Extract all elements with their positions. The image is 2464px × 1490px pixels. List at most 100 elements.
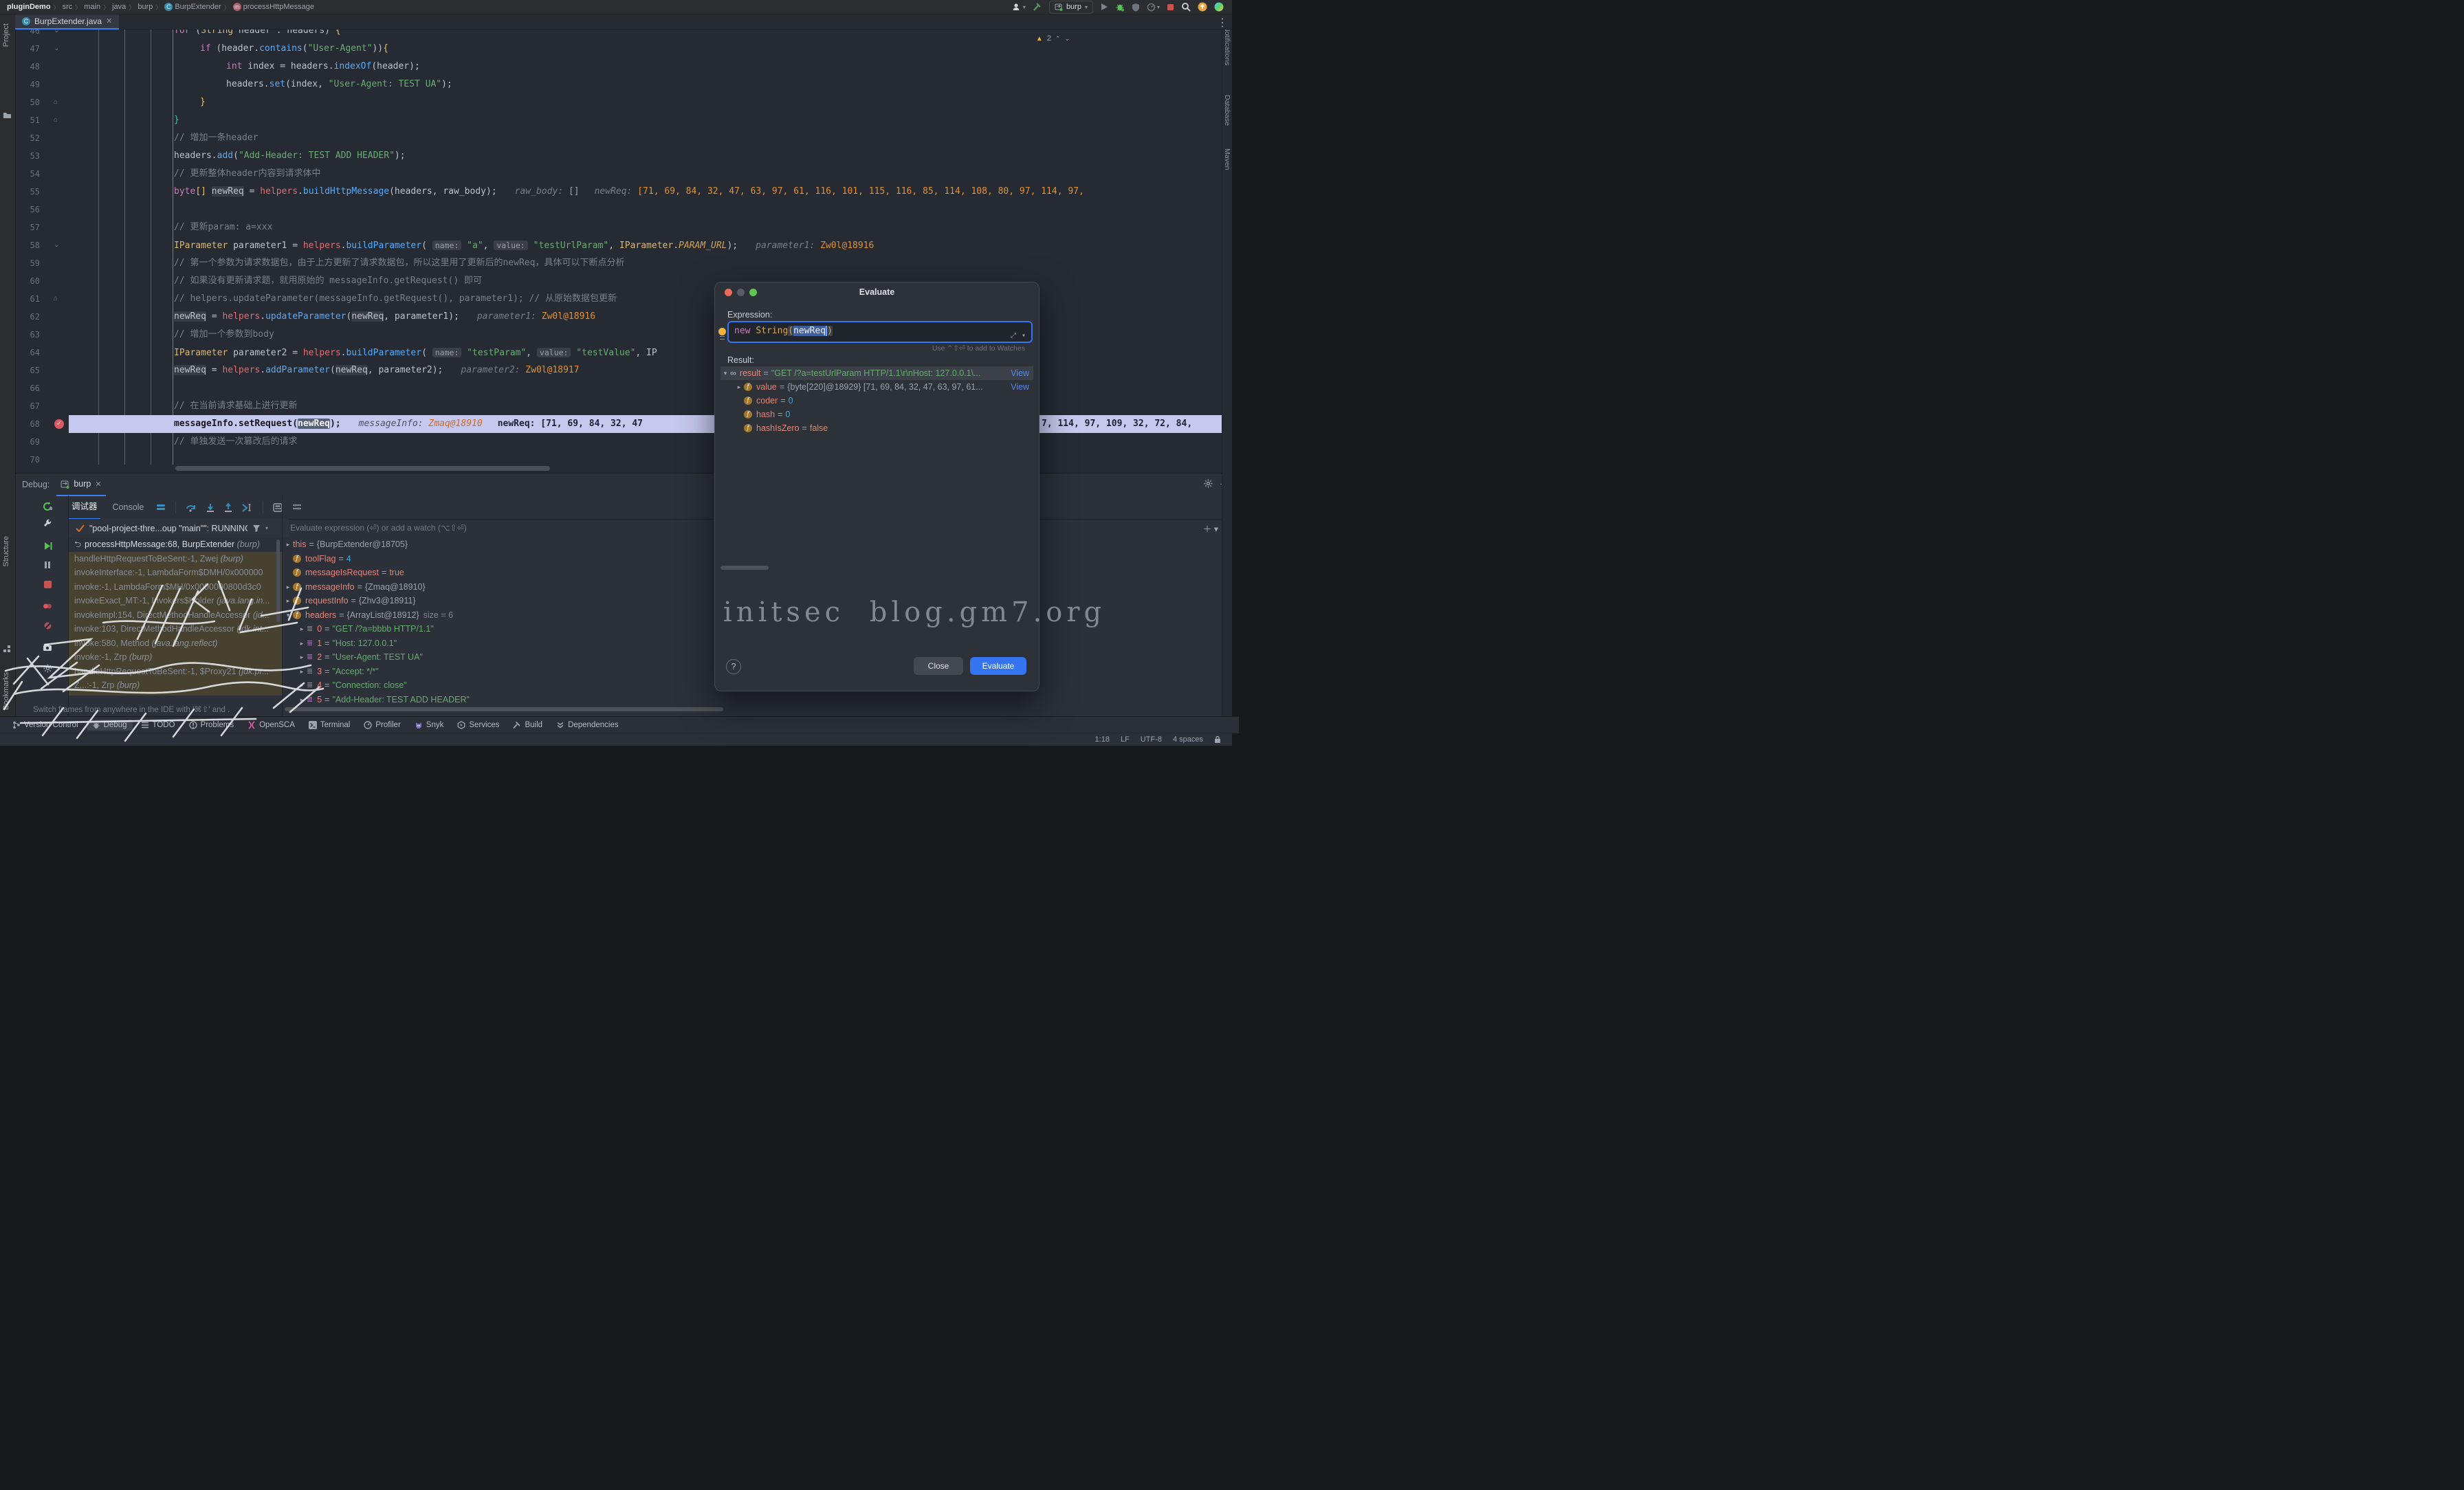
frames-scrollbar[interactable] [276, 540, 280, 622]
line-number[interactable]: 67 [15, 397, 40, 415]
variable-row[interactable]: ▾fheaders={ArrayList@18912}size = 6 [283, 608, 723, 623]
line-number[interactable]: 49 [15, 76, 40, 93]
debug-session-tab[interactable]: burp ✕ [56, 474, 105, 496]
line-number[interactable]: 58 [15, 236, 40, 254]
frames-list[interactable]: ⮌processHttpMessage:68, BurpExtender (bu… [69, 537, 282, 696]
more-icon[interactable]: ⋮ [1217, 16, 1228, 30]
line-number[interactable]: 46 [15, 29, 40, 40]
code-line-68[interactable]: 68✓messageInfo.setRequest(newReq);messag… [15, 415, 1232, 433]
code-line-66[interactable]: 66 [15, 379, 1232, 397]
status-item[interactable]: LF [1121, 735, 1130, 744]
code-line-60[interactable]: 60// 如果没有更新请求题，就用原始的 messageInfo.getRequ… [15, 272, 1232, 290]
tool-window-button-todo[interactable]: TODO [135, 720, 181, 731]
code-editor[interactable]: 46⌄for (String header : headers) {47⌄if … [15, 29, 1232, 473]
variable-row[interactable]: ▸≣2="User-Agent: TEST UA" [283, 650, 723, 665]
code-line-61[interactable]: 61⌂// helpers.updateParameter(messageInf… [15, 290, 1232, 308]
ai-assistant-icon[interactable] [1214, 2, 1224, 12]
code-line-48[interactable]: 48int index = headers.indexOf(header); [15, 58, 1232, 76]
tab-burpextender-java[interactable]: C BurpExtender.java ✕ [15, 14, 119, 30]
code-line-49[interactable]: 49headers.set(index, "User-Agent: TEST U… [15, 76, 1232, 93]
run-to-cursor-icon[interactable] [242, 503, 253, 512]
line-number[interactable]: 54 [15, 165, 40, 183]
code-line-53[interactable]: 53headers.add("Add-Header: TEST ADD HEAD… [15, 147, 1232, 165]
code-line-51[interactable]: 51⌂} [15, 111, 1232, 129]
code-line-52[interactable]: 52// 增加一条header [15, 129, 1232, 147]
line-number[interactable]: 62 [15, 308, 40, 326]
stack-frame[interactable]: handleHttpRequestToBeSent:-1, $Proxy21 (… [69, 665, 282, 679]
variable-row[interactable]: ▸≣5="Add-Header: TEST ADD HEADER" [283, 693, 723, 703]
line-number[interactable]: 50 [15, 93, 40, 111]
run-config-selector[interactable]: burp ▾ [1049, 1, 1093, 14]
fold-icon[interactable]: ⌄ [54, 40, 59, 58]
result-row[interactable]: ▾∞result="GET /?a=testUrlParam HTTP/1.1\… [720, 366, 1033, 380]
sidebar-item-database[interactable]: Database [1223, 95, 1231, 126]
build-hammer-icon[interactable] [1033, 2, 1042, 12]
tool-window-button-debug[interactable]: Debug [87, 720, 133, 731]
chevron-down-icon[interactable]: ▾ [265, 525, 268, 531]
variables-tree[interactable]: ▸this={BurpExtender@18705}ftoolFlag=4fme… [283, 537, 723, 702]
stop-icon[interactable] [40, 577, 55, 592]
sidebar-item-project[interactable]: Project [2, 23, 10, 47]
result-row[interactable]: ▸fvalue={byte[220]@18929} [71, 69, 84, 3… [720, 380, 1033, 394]
breadcrumb-item[interactable]: pluginDemo [7, 3, 51, 11]
rerun-debugger-icon[interactable] [40, 498, 55, 513]
variables-scrollbar[interactable] [285, 707, 723, 711]
variable-row[interactable]: ▸≣4="Connection: close" [283, 678, 723, 693]
show-execution-point-icon[interactable] [156, 503, 166, 511]
result-row[interactable]: fhash=0 [720, 408, 1033, 421]
view-link[interactable]: View [1006, 366, 1029, 380]
breadcrumb-item[interactable]: burp [138, 3, 153, 11]
structure-icon[interactable] [3, 645, 11, 653]
line-number[interactable]: 53 [15, 147, 40, 165]
stack-frame[interactable]: invokeExact_MT:-1, Invokers$Holder (java… [69, 594, 282, 608]
fold-icon[interactable]: ⌂ [54, 93, 58, 111]
intention-bulb-icon[interactable] [718, 328, 726, 335]
expression-input[interactable]: new String(newReq) ⤢ ▾ [727, 321, 1033, 343]
variable-row[interactable]: ftoolFlag=4 [283, 552, 723, 566]
search-icon[interactable] [1181, 2, 1191, 12]
tool-window-button-services[interactable]: Services [452, 720, 505, 731]
line-number[interactable]: 55 [15, 183, 40, 201]
filter-icon[interactable] [252, 524, 261, 532]
line-number[interactable]: 61 [15, 290, 40, 308]
code-line-58[interactable]: 58⌄IParameter parameter1 = helpers.build… [15, 236, 1232, 254]
variable-row[interactable]: ▸this={BurpExtender@18705} [283, 537, 723, 552]
thread-dump-icon[interactable] [40, 640, 55, 655]
stack-frame[interactable]: Z...:-1, Zrp (burp) [69, 678, 282, 693]
line-number[interactable]: 65 [15, 362, 40, 379]
step-out-icon[interactable] [224, 503, 232, 512]
settings-wrench-icon[interactable] [40, 516, 55, 531]
pause-program-icon[interactable] [40, 557, 55, 572]
chevron-up-icon[interactable]: ⌃ [1055, 35, 1061, 43]
variable-row[interactable]: ▸≣0="GET /?a=bbbb HTTP/1.1" [283, 622, 723, 636]
sidebar-item-maven[interactable]: Maven [1223, 148, 1231, 170]
code-line-65[interactable]: 65newReq = helpers.addParameter(newReq, … [15, 362, 1232, 379]
resume-program-icon[interactable] [40, 538, 55, 553]
close-button[interactable]: Close [914, 657, 963, 675]
tool-window-button-build[interactable]: Build [507, 720, 548, 731]
stack-frame[interactable]: invoke:-1, Zrp (burp) [69, 650, 282, 665]
view-breakpoints-icon[interactable] [40, 599, 55, 614]
variable-row[interactable]: ▸fmessageInfo={Zmaq@18910} [283, 580, 723, 594]
line-number[interactable]: 59 [15, 254, 40, 272]
tool-window-button-terminal[interactable]: Terminal [303, 720, 355, 731]
stack-frame[interactable]: invoke:-1, LambdaForm$MH/0x0000000800d3c… [69, 580, 282, 594]
chevron-down-icon[interactable]: ⌄ [1064, 35, 1070, 43]
layout-settings-icon[interactable] [292, 503, 302, 511]
code-line-50[interactable]: 50⌂} [15, 93, 1232, 111]
mute-breakpoints-icon[interactable] [40, 618, 55, 633]
line-number[interactable]: 47 [15, 40, 40, 58]
breadcrumb-item[interactable]: src [63, 3, 73, 11]
close-icon[interactable]: ✕ [106, 16, 112, 25]
sidebar-item-bookmarks[interactable]: Bookmarks [2, 672, 10, 710]
line-number[interactable]: 52 [15, 129, 40, 147]
code-line-67[interactable]: 67// 在当前请求基础上进行更新 [15, 397, 1232, 415]
tab-debugger[interactable]: 调试器 [69, 496, 100, 520]
inspections-widget[interactable]: ▲ 2 ⌃ ⌄ [1032, 32, 1074, 45]
stack-frame[interactable]: invokeImpl:154, DirectMethodHandleAccess… [69, 608, 282, 623]
add-watch-hint[interactable]: Evaluate expression (⏎) or add a watch (… [290, 519, 467, 537]
help-button[interactable]: ? [726, 659, 741, 674]
result-tree[interactable]: ▾∞result="GET /?a=testUrlParam HTTP/1.1\… [720, 366, 1033, 435]
status-item[interactable]: 1:18 [1095, 735, 1110, 744]
line-number[interactable]: 56 [15, 201, 40, 219]
